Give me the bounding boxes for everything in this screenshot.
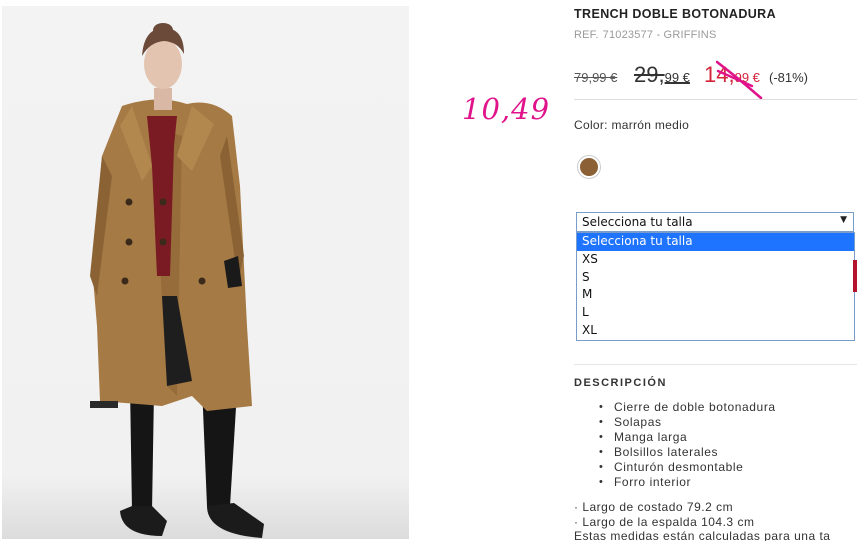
measure-line: · Largo de costado 79.2 cm bbox=[574, 500, 734, 514]
handwritten-price-annotation: 10,49 bbox=[462, 92, 551, 126]
size-option-placeholder[interactable]: Selecciona tu talla bbox=[577, 233, 854, 251]
size-option-xl[interactable]: XL bbox=[577, 322, 854, 340]
dropdown-arrow-icon: ▼ bbox=[840, 215, 847, 225]
measure-line: Estas medidas están calculadas para una … bbox=[574, 529, 831, 541]
previous-price: 29,99 € bbox=[634, 62, 690, 88]
size-select[interactable]: Selecciona tu talla ▼ bbox=[576, 212, 854, 232]
previous-price-cents: 99 € bbox=[664, 70, 690, 85]
size-option-xs[interactable]: XS bbox=[577, 251, 854, 269]
strikethrough-annotation bbox=[716, 60, 763, 100]
measure-line: · Largo de la espalda 104.3 cm bbox=[574, 514, 755, 529]
size-option-s[interactable]: S bbox=[577, 269, 854, 287]
add-to-bag-button-edge[interactable] bbox=[853, 260, 857, 292]
feature-list: Cierre de doble botonadura Solapas Manga… bbox=[599, 400, 776, 490]
discount-badge: (-81%) bbox=[769, 70, 809, 85]
color-swatch-marron-medio[interactable] bbox=[578, 156, 600, 178]
feature-item: Bolsillos laterales bbox=[599, 445, 776, 460]
original-price: 79,99 € bbox=[574, 70, 618, 85]
size-dropdown-list: Selecciona tu talla XS S M L XL bbox=[576, 232, 855, 341]
price-block: 79,99 € 29,99 € 14,99 € (-81%) bbox=[574, 60, 844, 94]
divider bbox=[574, 99, 857, 100]
size-option-l[interactable]: L bbox=[577, 304, 854, 322]
size-select-value: Selecciona tu talla bbox=[582, 215, 693, 229]
divider bbox=[574, 364, 857, 365]
color-label: Color: marrón medio bbox=[574, 118, 690, 132]
product-reference: REF. 71023577 - GRIFFINS bbox=[574, 29, 721, 41]
feature-item: Manga larga bbox=[599, 430, 776, 445]
ref-value: 71023577 - GRIFFINS bbox=[602, 29, 717, 41]
feature-item: Cierre de doble botonadura bbox=[599, 400, 776, 415]
feature-item: Cinturón desmontable bbox=[599, 460, 776, 475]
measurements: · Largo de costado 79.2 cm · Largo de la… bbox=[574, 500, 857, 541]
size-option-m[interactable]: M bbox=[577, 286, 854, 304]
ref-label: REF. bbox=[574, 29, 599, 41]
product-photo bbox=[2, 6, 409, 539]
product-title: TRENCH DOBLE BOTONADURA bbox=[574, 7, 777, 21]
feature-item: Forro interior bbox=[599, 475, 776, 490]
feature-item: Solapas bbox=[599, 415, 776, 430]
model-wearing-trench-coat-image bbox=[90, 23, 264, 538]
description-title: DESCRIPCIÓN bbox=[574, 377, 667, 389]
previous-price-int: 29, bbox=[634, 62, 665, 87]
